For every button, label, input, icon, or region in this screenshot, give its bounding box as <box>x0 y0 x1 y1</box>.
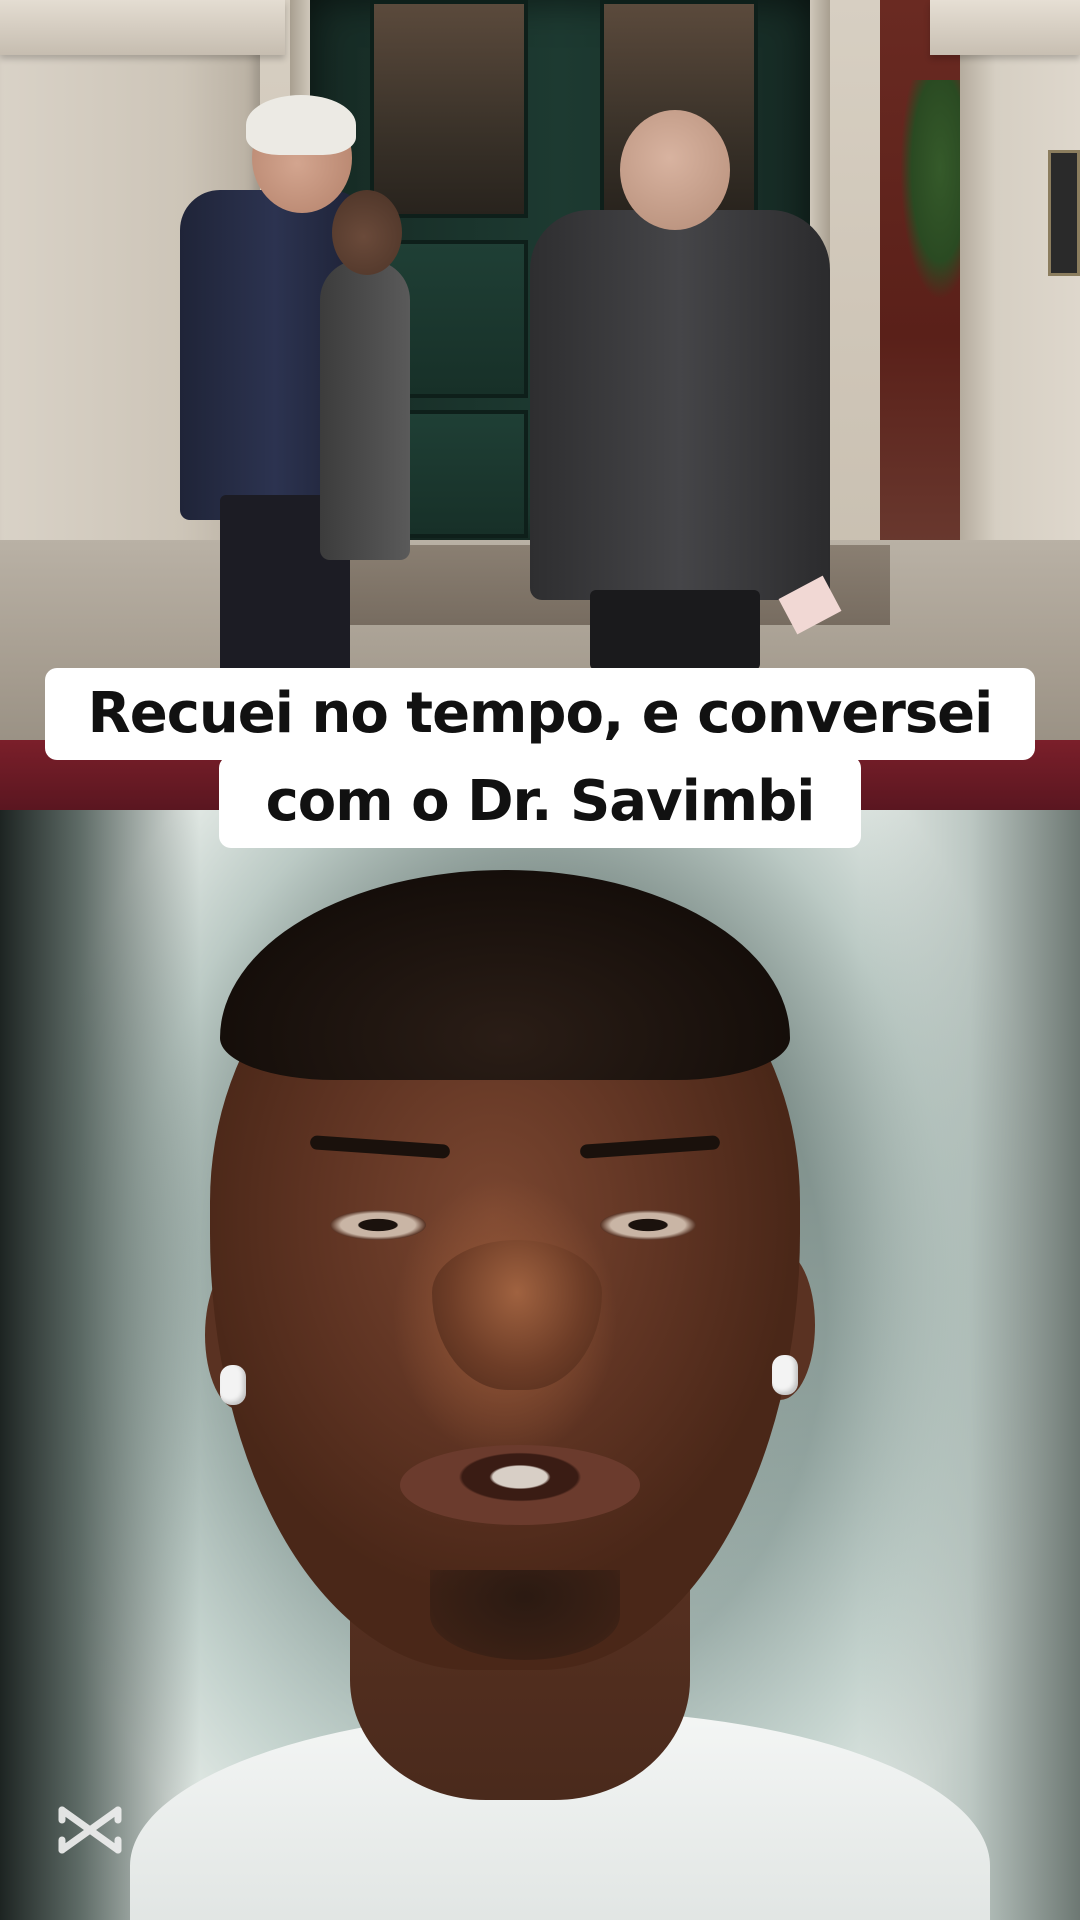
caption-line-2: com o Dr. Savimbi <box>219 756 861 848</box>
earbud-right-icon <box>772 1355 798 1395</box>
video-caption: Recuei no tempo, e conversei com o Dr. S… <box>0 668 1080 848</box>
hair <box>220 870 790 1080</box>
pillar-right-cap <box>930 0 1080 55</box>
door-glass-left <box>370 0 528 218</box>
capcut-logo-icon <box>54 1802 126 1858</box>
bottom-video-clip <box>0 810 1080 1920</box>
earbud-left-icon <box>220 1365 246 1405</box>
person-grey-suit <box>530 110 850 670</box>
left-eye <box>330 1210 426 1240</box>
vignette-right <box>860 810 1080 1920</box>
vignette-left <box>0 810 200 1920</box>
wall-plaque <box>1048 150 1080 276</box>
mouth <box>400 1445 640 1525</box>
pillar-left-cap <box>0 0 285 55</box>
caption-line-1: Recuei no tempo, e conversei <box>45 668 1035 760</box>
video-frame[interactable]: Recuei no tempo, e conversei com o Dr. S… <box>0 0 1080 1920</box>
right-eye <box>600 1210 696 1240</box>
person-background <box>310 190 420 590</box>
chin-beard <box>430 1570 620 1660</box>
